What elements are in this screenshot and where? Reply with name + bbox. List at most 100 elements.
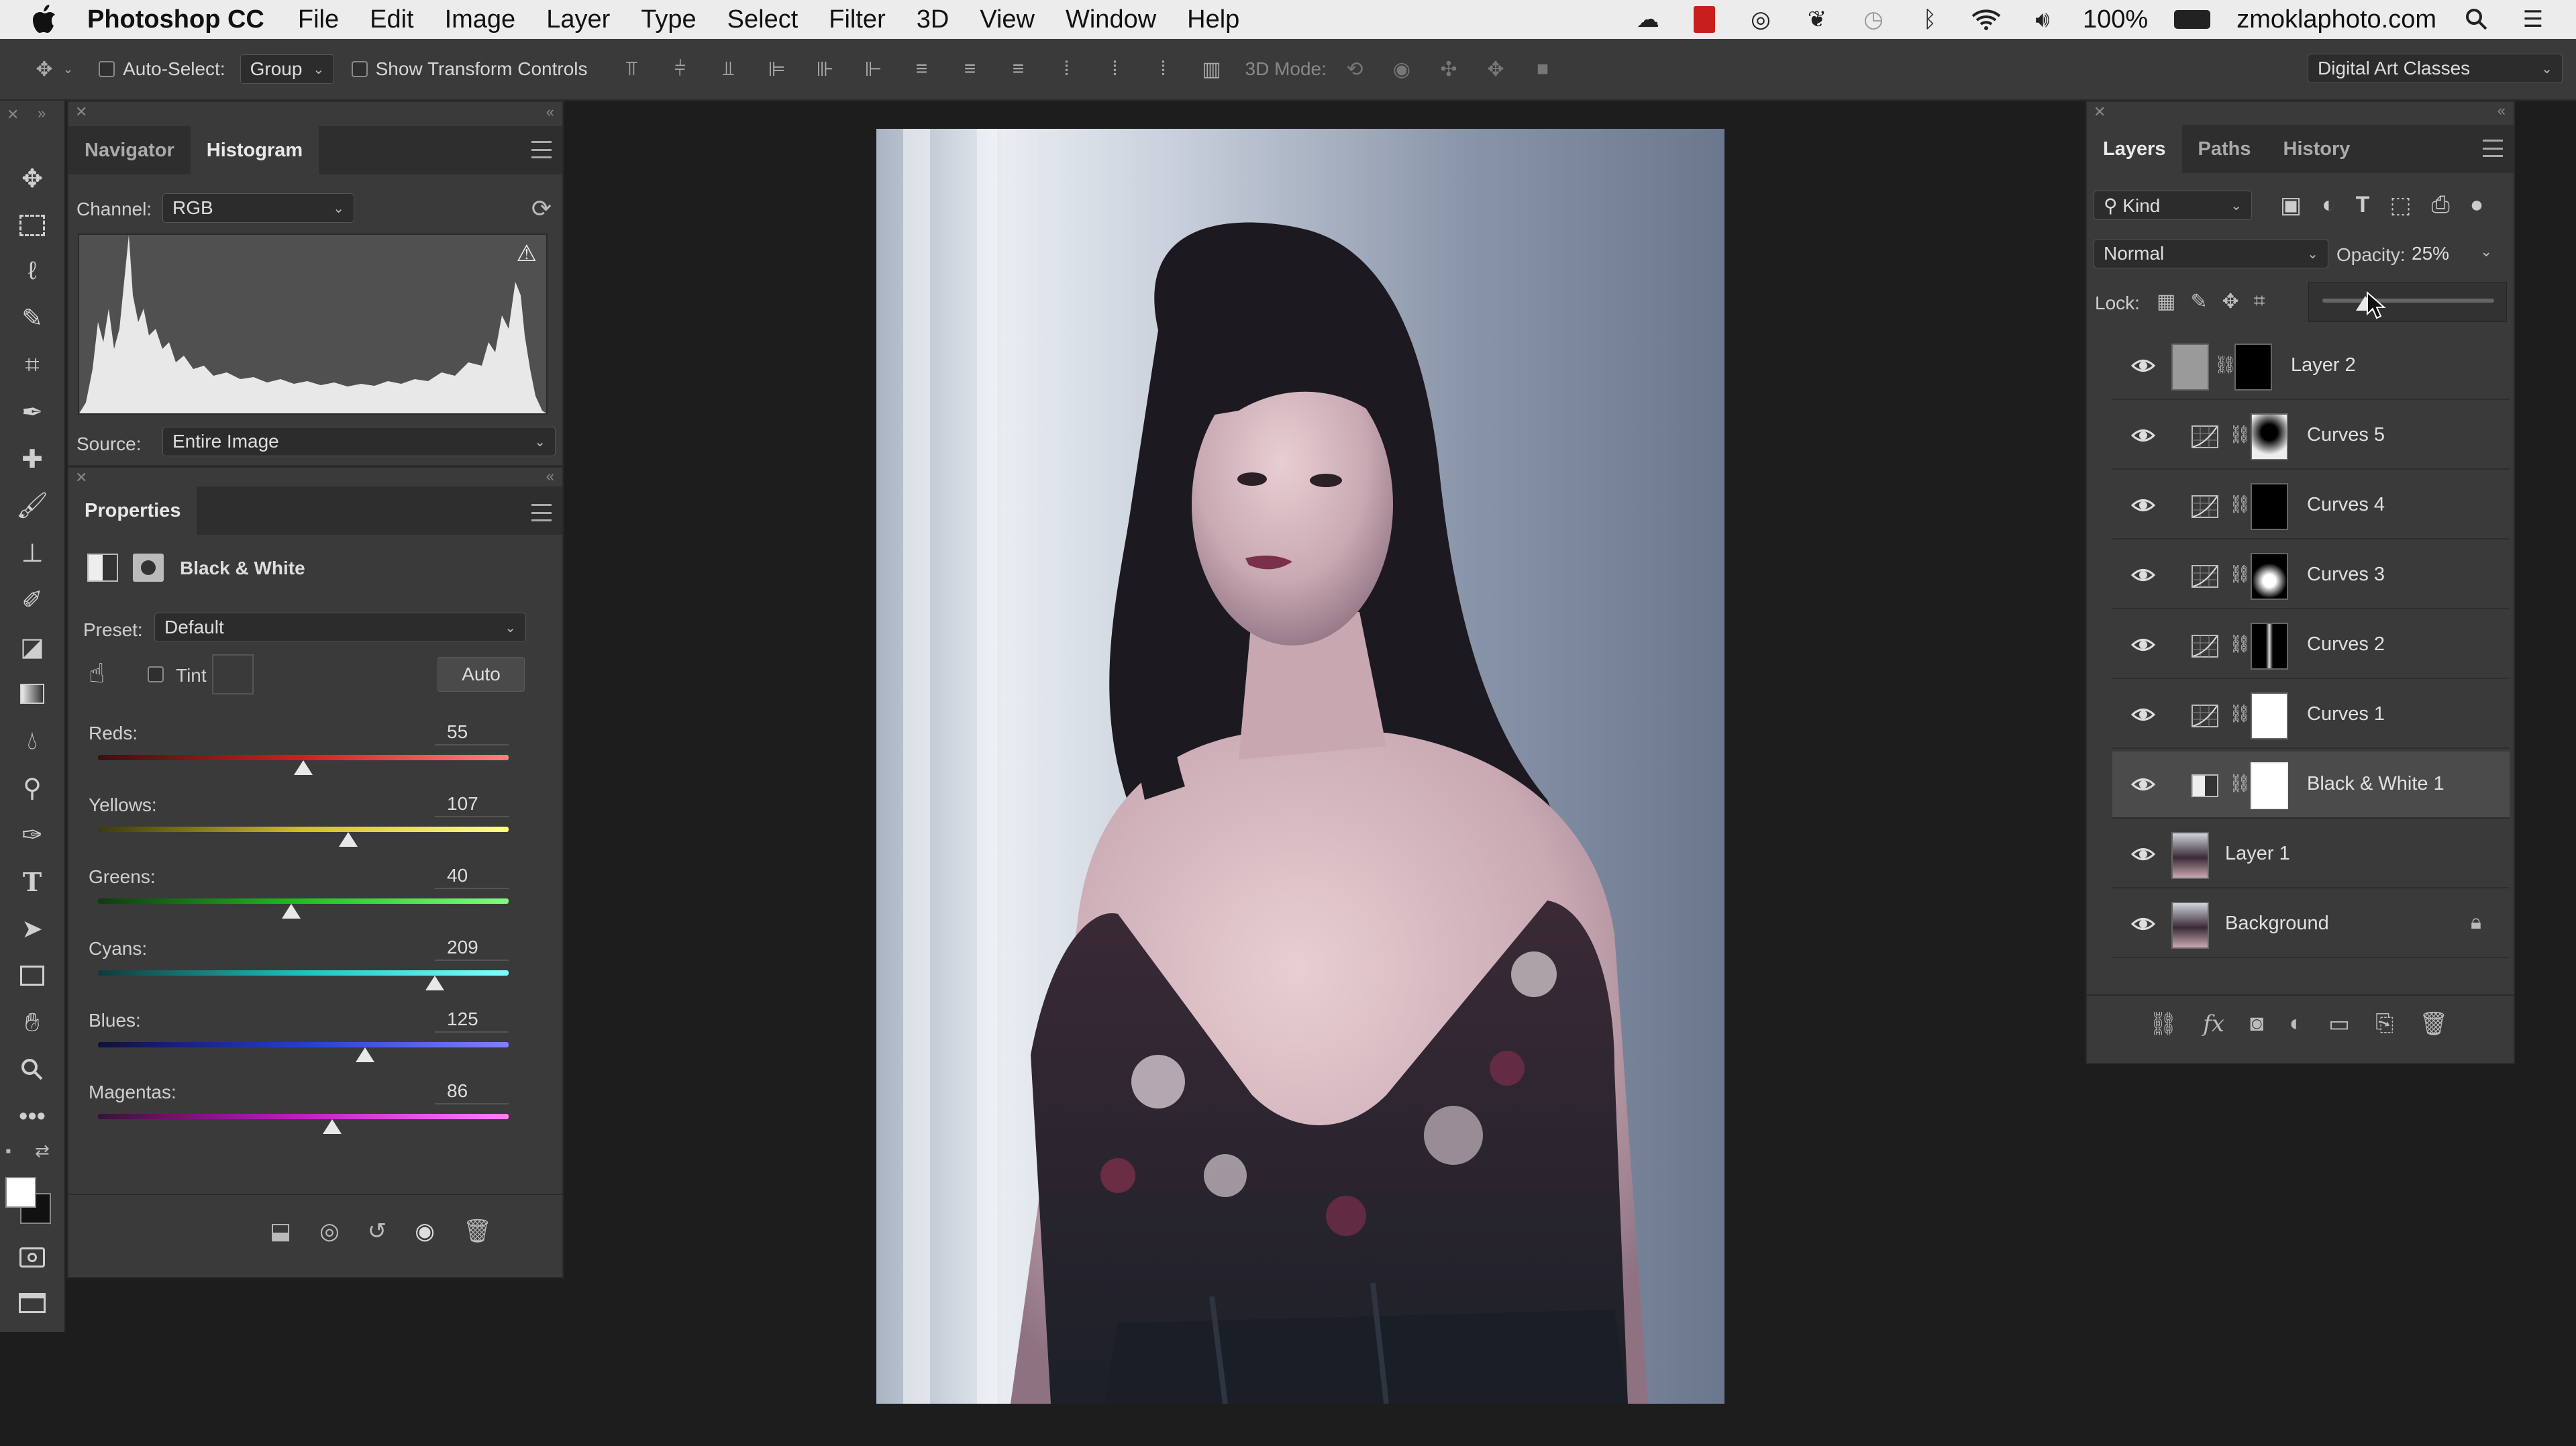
link-layers-icon[interactable]: ⛓ [2149, 1011, 2177, 1037]
brush-tool-icon[interactable]: 🖌︎ [15, 488, 50, 523]
tab-paths[interactable]: Paths [2182, 125, 2267, 173]
auto-align-icon[interactable]: ▥ [1198, 56, 1225, 83]
layer-row[interactable]: Layer 1 [2112, 821, 2510, 888]
align-left-icon[interactable]: ⊫ [764, 56, 790, 83]
panel-menu-icon[interactable] [531, 141, 552, 158]
menu-image[interactable]: Image [445, 5, 516, 34]
filter-type-icon[interactable]: T [2356, 192, 2370, 219]
add-mask-icon[interactable]: ◙ [2250, 1011, 2264, 1037]
move-tool-icon[interactable]: ✥ [31, 56, 58, 83]
swap-colors-icon[interactable]: ⇄ [35, 1141, 50, 1161]
align-right-icon[interactable]: ⊩ [860, 56, 887, 83]
spotlight-search-icon[interactable] [2461, 6, 2493, 33]
magentas-value-input[interactable]: 86 [435, 1079, 509, 1104]
curves-adjustment-icon[interactable] [2192, 635, 2218, 658]
evernote-icon[interactable]: ❦ [1801, 6, 1833, 33]
chain-link-icon[interactable]: ⛓ [2229, 703, 2251, 729]
history-brush-tool-icon[interactable]: ✐ [15, 582, 50, 617]
lock-image-icon[interactable]: ✎ [2190, 290, 2207, 313]
distribute-top-icon[interactable]: ≡ [909, 56, 935, 83]
panel-menu-icon[interactable] [531, 504, 552, 521]
auto-select-checkbox[interactable] [99, 61, 115, 77]
tint-color-swatch[interactable] [212, 654, 254, 694]
align-vcenter-icon[interactable]: ⫩ [667, 56, 694, 83]
distribute-right-icon[interactable]: ⦙ [1150, 56, 1177, 83]
zoom-tool-icon[interactable] [15, 1052, 50, 1087]
blues-value-input[interactable]: 125 [435, 1007, 509, 1033]
tab-navigator[interactable]: Navigator [68, 126, 191, 174]
channel-dropdown[interactable]: RGB ⌄ [162, 193, 354, 223]
greens-slider-thumb[interactable] [281, 904, 301, 919]
crop-tool-icon[interactable]: ⌗ [15, 348, 50, 382]
clip-to-layer-icon[interactable]: ⬓ [270, 1218, 291, 1245]
collapse-icon[interactable]: « [546, 468, 554, 485]
view-previous-state-icon[interactable]: ◎ [319, 1218, 340, 1245]
tab-history[interactable]: History [2267, 125, 2367, 173]
layer-style-fx-icon[interactable]: fx [2203, 1011, 2224, 1037]
collapse-icon[interactable]: « [546, 103, 554, 121]
path-select-tool-icon[interactable]: ➤ [15, 911, 50, 946]
quick-mask-icon[interactable] [15, 1240, 50, 1275]
tool-preset-chevron-icon[interactable]: ⌄ [63, 62, 73, 76]
cyans-value-input[interactable]: 209 [435, 935, 509, 961]
distribute-vcenter-icon[interactable]: ≡ [957, 56, 984, 83]
chain-link-icon[interactable]: ⛓ [2229, 424, 2251, 450]
curves-adjustment-icon[interactable] [2192, 705, 2218, 727]
eraser-tool-icon[interactable]: ◪ [15, 629, 50, 664]
filter-adjustment-icon[interactable]: ◐ [2322, 192, 2336, 219]
marquee-tool-icon[interactable] [15, 208, 50, 243]
blur-tool-icon[interactable]: 💧︎ [15, 723, 50, 758]
layer-row[interactable]: ⛓ Curves 2 [2112, 612, 2510, 679]
trash-icon[interactable]: 🗑︎ [2419, 1011, 2448, 1037]
new-group-folder-icon[interactable]: ▭ [2328, 1011, 2350, 1037]
eyedropper-tool-icon[interactable]: ✒ [15, 395, 50, 429]
pen-tool-icon[interactable]: ✑ [15, 817, 50, 852]
3d-slide-icon[interactable]: ✥ [1482, 56, 1509, 83]
lock-icon[interactable]: 🔒︎ [2471, 911, 2481, 934]
chain-link-icon[interactable]: ⛓ [2229, 494, 2251, 519]
visibility-icon[interactable]: ◉ [415, 1218, 435, 1245]
layer-mask-thumbnail[interactable] [2251, 553, 2288, 600]
notification-center-icon[interactable]: ☰ [2517, 6, 2549, 33]
layer-mask-thumbnail[interactable] [2251, 413, 2288, 460]
cyans-slider-track[interactable] [98, 970, 509, 976]
mask-icon[interactable] [133, 554, 164, 582]
eye-visibility-icon[interactable] [2131, 844, 2155, 864]
lock-position-icon[interactable]: ✥ [2222, 290, 2239, 313]
close-icon[interactable]: ✕ [75, 469, 87, 486]
menu-select[interactable]: Select [727, 5, 798, 34]
chain-link-icon[interactable]: ⛓ [2229, 773, 2251, 798]
layer-thumbnail[interactable] [2171, 832, 2209, 879]
collapse-icon[interactable]: » [38, 105, 46, 122]
layer-mask-thumbnail[interactable] [2251, 762, 2288, 809]
reds-value-input[interactable]: 55 [435, 720, 509, 745]
eye-visibility-icon[interactable] [2131, 914, 2155, 934]
show-transform-checkbox[interactable] [351, 61, 368, 77]
layer-row[interactable]: ⛓ Curves 4 [2112, 472, 2510, 539]
align-hcenter-icon[interactable]: ⊪ [812, 56, 839, 83]
align-top-icon[interactable]: ⫪ [619, 56, 646, 83]
bw-adjustment-icon[interactable] [2192, 774, 2218, 797]
menu-view[interactable]: View [980, 5, 1035, 34]
lasso-tool-icon[interactable]: ℓ [15, 254, 50, 289]
curves-adjustment-icon[interactable] [2192, 495, 2218, 518]
volume-icon[interactable]: 🔊︎ [2026, 6, 2059, 33]
magentas-slider-track[interactable] [98, 1114, 509, 1119]
time-machine-icon[interactable]: ◷ [1857, 6, 1890, 33]
screen-mode-icon[interactable] [15, 1286, 50, 1321]
layer-thumbnail[interactable] [2171, 344, 2209, 391]
chain-link-icon[interactable]: ⛓ [2229, 564, 2251, 589]
app-name[interactable]: Photoshop CC [87, 5, 264, 34]
app-status-icon[interactable] [1688, 6, 1720, 33]
stamp-tool-icon[interactable]: ⊥ [15, 535, 50, 570]
layer-thumbnail[interactable] [2171, 902, 2209, 949]
auto-select-dropdown[interactable]: Group ⌄ [240, 54, 334, 84]
blend-mode-dropdown[interactable]: Normal ⌄ [2094, 239, 2328, 268]
warning-icon[interactable]: ⚠ [517, 240, 537, 267]
yellows-slider-track[interactable] [98, 827, 509, 832]
layer-row[interactable]: ⛓ Curves 3 [2112, 542, 2510, 609]
preset-dropdown[interactable]: Default ⌄ [154, 613, 526, 642]
3d-roll-icon[interactable]: ◉ [1388, 56, 1415, 83]
new-adjustment-layer-icon[interactable]: ◐ [2289, 1011, 2303, 1037]
menu-edit[interactable]: Edit [370, 5, 413, 34]
